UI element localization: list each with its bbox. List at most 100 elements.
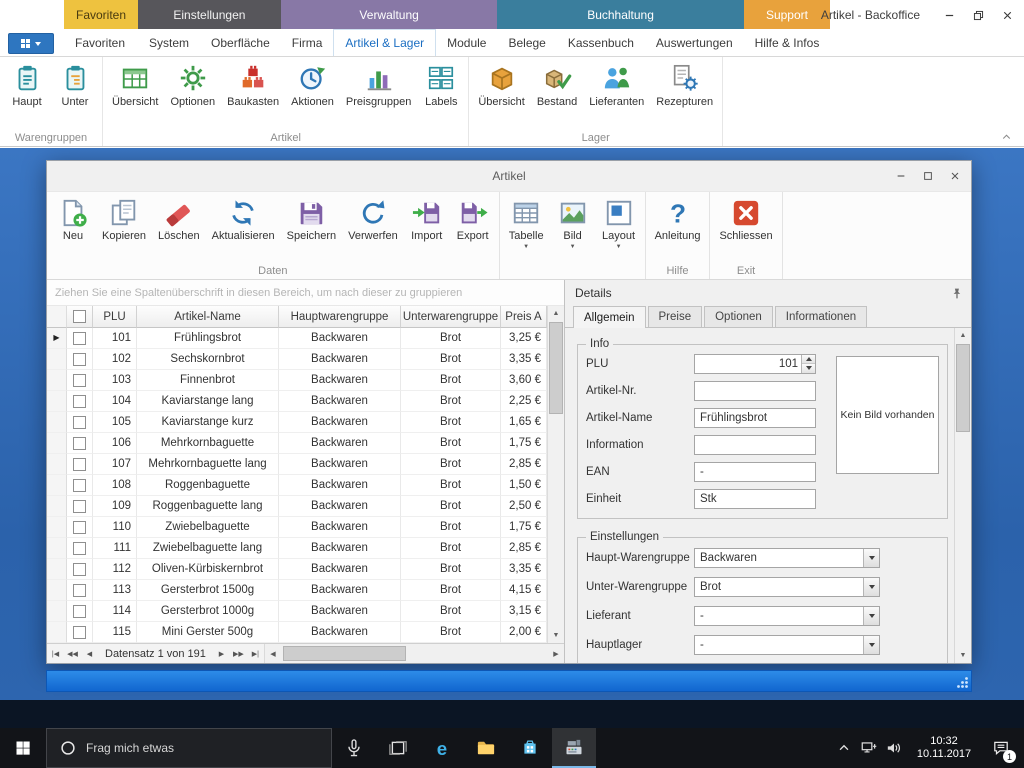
column-header-select[interactable]	[67, 306, 93, 328]
spinner-buttons[interactable]	[801, 355, 815, 373]
nav-next-page-button[interactable]: ▶▶	[230, 644, 247, 663]
tray-network[interactable]	[856, 728, 881, 768]
details-tab-preise[interactable]: Preise	[648, 306, 703, 327]
table-row[interactable]: 107Mehrkornbaguette langBackwarenBrot2,8…	[47, 454, 547, 475]
row-checkbox[interactable]	[73, 605, 86, 618]
ribbon-button-artikel-optionen[interactable]: Optionen	[164, 60, 221, 108]
nav-next-button[interactable]: ▶	[213, 644, 230, 663]
ribbon-button-lager-bestand[interactable]: Bestand	[531, 60, 583, 108]
table-row[interactable]: 108RoggenbaguetteBackwarenBrot1,50 €	[47, 475, 547, 496]
grouping-bar[interactable]: Ziehen Sie eine Spaltenüberschrift in di…	[47, 280, 564, 306]
tab-favoriten[interactable]: Favoriten	[64, 29, 136, 56]
artikel-titlebar[interactable]: Artikel	[47, 161, 971, 191]
resize-grip-icon[interactable]	[956, 676, 969, 689]
toolbar-button-neu[interactable]: Neu	[50, 194, 96, 242]
chevron-down-icon[interactable]	[863, 549, 879, 567]
row-checkbox[interactable]	[73, 626, 86, 639]
table-vertical-scrollbar[interactable]: ▲ ▼	[547, 306, 564, 643]
combo-lieferant[interactable]: -	[694, 606, 880, 626]
window-minimize-button[interactable]	[943, 9, 956, 22]
table-scroll-thumb[interactable]	[549, 322, 563, 414]
chevron-down-icon[interactable]	[863, 636, 879, 654]
ribbon-category-header-buchhaltung[interactable]: Buchhaltung	[497, 0, 743, 29]
header-checkbox[interactable]	[73, 310, 86, 323]
ribbon-button-warengruppen-unter[interactable]: Unter	[51, 60, 99, 108]
ribbon-collapse-button[interactable]	[999, 130, 1014, 143]
combo-haupt-warengruppe[interactable]: Backwaren	[694, 548, 880, 568]
tray-tray-expand[interactable]	[831, 728, 856, 768]
toolbar-button-verwerfen[interactable]: Verwerfen	[342, 194, 404, 242]
scroll-up-icon[interactable]: ▲	[548, 306, 564, 321]
tray-volume[interactable]	[881, 728, 906, 768]
tab-oberflaeche[interactable]: Oberfläche	[200, 29, 281, 56]
column-header-artikel-name[interactable]: Artikel-Name	[137, 306, 279, 328]
table-row[interactable]: 103FinnenbrotBackwarenBrot3,60 €	[47, 370, 547, 391]
row-checkbox[interactable]	[73, 584, 86, 597]
spin-up-icon[interactable]	[802, 355, 815, 364]
ribbon-category-header-support[interactable]: Support	[744, 0, 831, 29]
table-row[interactable]: 111Zwiebelbaguette langBackwarenBrot2,85…	[47, 538, 547, 559]
row-checkbox[interactable]	[73, 500, 86, 513]
toolbar-button-export[interactable]: Export	[450, 194, 496, 242]
taskbar-button-store[interactable]	[508, 728, 552, 768]
toolbar-button-import[interactable]: Import	[404, 194, 450, 242]
nav-prev-page-button[interactable]: ◀◀	[64, 644, 81, 663]
row-checkbox[interactable]	[73, 332, 86, 345]
taskbar-button-file-explorer[interactable]	[464, 728, 508, 768]
row-checkbox[interactable]	[73, 458, 86, 471]
ribbon-button-lager-rezepturen[interactable]: Rezepturen	[650, 60, 719, 108]
action-center-button[interactable]: 1	[982, 728, 1020, 768]
row-checkbox[interactable]	[73, 542, 86, 555]
artikel-maximize-button[interactable]	[922, 170, 934, 182]
taskbar-button-task-view[interactable]	[376, 728, 420, 768]
column-header-plu[interactable]: PLU	[93, 306, 137, 328]
table-row[interactable]: 112Oliven-KürbiskernbrotBackwarenBrot3,3…	[47, 559, 547, 580]
table-row[interactable]: 115Mini Gerster 500gBackwarenBrot2,00 €	[47, 622, 547, 643]
tab-hilfe-and-infos[interactable]: Hilfe & Infos	[744, 29, 831, 56]
ribbon-category-header-favoriten[interactable]: Favoriten	[64, 0, 138, 29]
window-close-button[interactable]	[1001, 9, 1014, 22]
toolbar-button-aktualisieren[interactable]: Aktualisieren	[206, 194, 281, 242]
scroll-up-icon[interactable]: ▲	[955, 328, 971, 343]
scroll-left-icon[interactable]: ◀	[265, 644, 281, 663]
toolbar-button-speichern[interactable]: Speichern	[281, 194, 343, 242]
input-artikel-name[interactable]: Frühlingsbrot	[694, 408, 816, 428]
column-header-hauptwarengruppe[interactable]: Hauptwarengruppe	[279, 306, 401, 328]
toolbar-button-layout[interactable]: Layout▼	[596, 194, 642, 251]
row-checkbox[interactable]	[73, 353, 86, 366]
row-checkbox[interactable]	[73, 437, 86, 450]
row-checkbox[interactable]	[73, 521, 86, 534]
table-row[interactable]: 104Kaviarstange langBackwarenBrot2,25 €	[47, 391, 547, 412]
table-row[interactable]: 114Gersterbrot 1000gBackwarenBrot3,15 €	[47, 601, 547, 622]
table-row[interactable]: ▶101FrühlingsbrotBackwarenBrot3,25 €	[47, 328, 547, 349]
scroll-right-icon[interactable]: ▶	[548, 644, 564, 663]
table-row[interactable]: 102SechskornbrotBackwarenBrot3,35 €	[47, 349, 547, 370]
tab-module[interactable]: Module	[436, 29, 497, 56]
app-menu-button[interactable]	[8, 33, 54, 54]
column-header-preis-a[interactable]: Preis A	[501, 306, 547, 328]
ribbon-button-artikel-preisgruppen[interactable]: Preisgruppen	[340, 60, 417, 108]
taskbar-button-backoffice-app[interactable]	[552, 728, 596, 768]
chevron-down-icon[interactable]	[863, 607, 879, 625]
toolbar-button-loeschen[interactable]: Löschen	[152, 194, 206, 242]
ribbon-button-artikel-aktionen[interactable]: Aktionen	[285, 60, 340, 108]
tab-artikel-and-lager[interactable]: Artikel & Lager	[333, 29, 436, 56]
row-checkbox[interactable]	[73, 374, 86, 387]
nav-first-button[interactable]: |◀	[47, 644, 64, 663]
ribbon-category-header-einstellungen[interactable]: Einstellungen	[138, 0, 281, 29]
input-plu[interactable]: 101	[694, 354, 816, 374]
search-input[interactable]: Frag mich etwas	[46, 728, 332, 768]
ribbon-button-lager-lieferanten[interactable]: Lieferanten	[583, 60, 650, 108]
ribbon-button-artikel-uebersicht[interactable]: Übersicht	[106, 60, 164, 108]
input-information[interactable]	[694, 435, 816, 455]
scroll-down-icon[interactable]: ▼	[548, 628, 564, 643]
row-checkbox[interactable]	[73, 395, 86, 408]
artikel-minimize-button[interactable]	[895, 170, 907, 182]
tab-system[interactable]: System	[138, 29, 200, 56]
ribbon-button-artikel-baukasten[interactable]: Baukasten	[221, 60, 285, 108]
table-horizontal-scrollbar[interactable]: ◀ ▶	[264, 644, 564, 663]
details-scroll-thumb[interactable]	[956, 344, 970, 432]
row-checkbox[interactable]	[73, 563, 86, 576]
ribbon-button-warengruppen-haupt[interactable]: Haupt	[3, 60, 51, 108]
toolbar-button-schliessen[interactable]: Schliessen	[713, 194, 778, 242]
